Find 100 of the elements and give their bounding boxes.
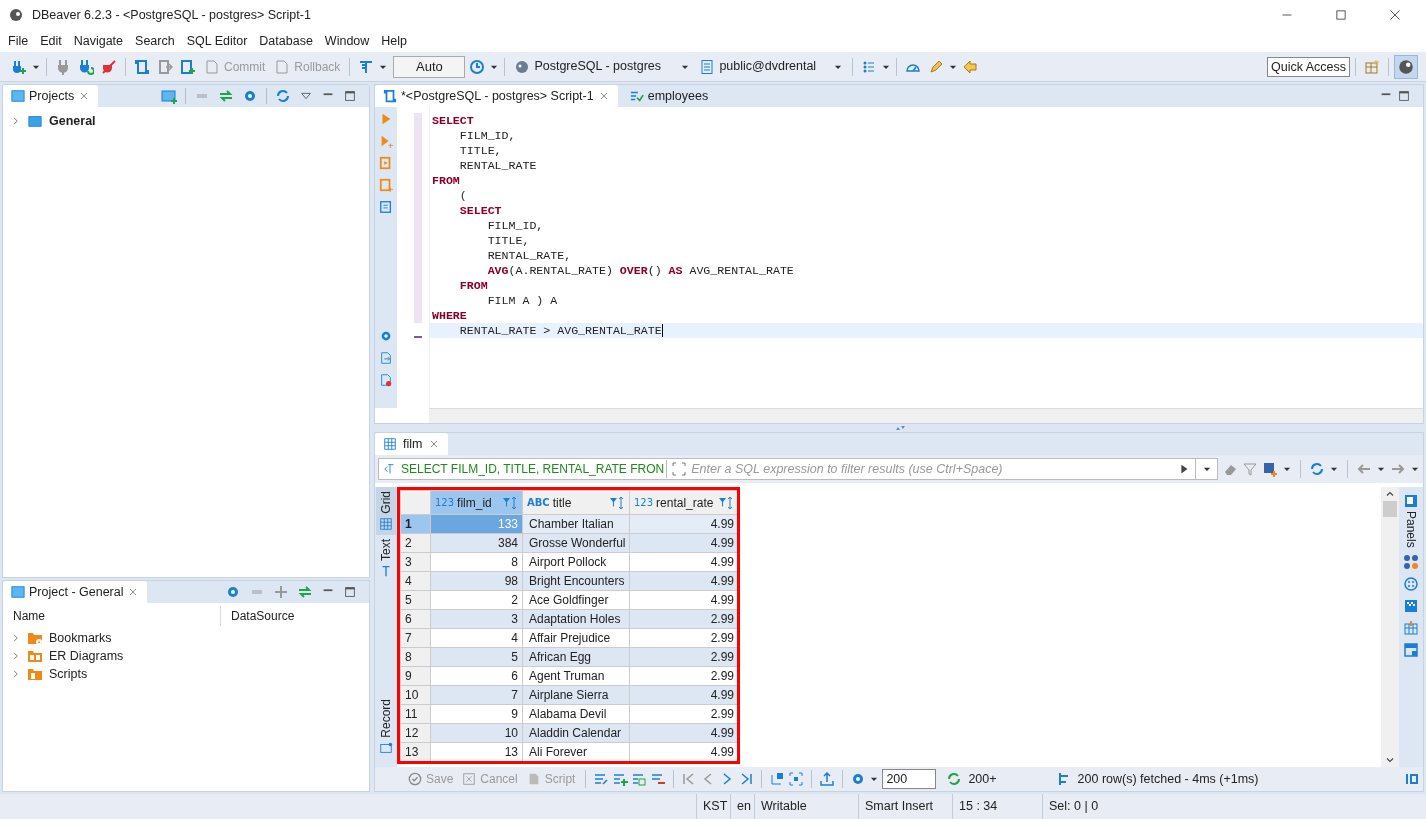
folder-icon	[27, 648, 43, 664]
pen-icon	[928, 58, 945, 75]
run-script-tab-icon[interactable]	[379, 177, 393, 193]
maximize-icon[interactable]	[343, 89, 357, 103]
panel-tab[interactable]: Projects	[3, 85, 99, 107]
maximize-icon[interactable]	[1397, 89, 1411, 103]
edit-row-icon[interactable]	[593, 771, 610, 787]
table-cell: 9	[430, 704, 523, 724]
tree-item[interactable]: Scripts	[3, 665, 369, 683]
refresh-icon	[946, 771, 963, 787]
column-header[interactable]: 123 film_id	[430, 490, 523, 515]
fetch-more-button[interactable]: 200+	[943, 769, 1000, 789]
table-check-icon	[629, 89, 644, 103]
code-line: (	[458, 188, 468, 203]
table-cell: African Egg	[522, 647, 630, 667]
table-cell: 3	[430, 609, 523, 629]
filter-save-icon[interactable]	[1262, 461, 1278, 477]
table-cell: Grosse Wonderful	[522, 533, 630, 553]
maximize-icon[interactable]	[343, 585, 357, 599]
editor-tab[interactable]: employees	[621, 85, 717, 107]
tree-item[interactable]: General	[3, 111, 369, 131]
panel-toggle-icon[interactable]	[1404, 771, 1420, 787]
table-cell: Bright Encounters	[522, 571, 630, 591]
transaction-mode-field[interactable]: Auto	[393, 55, 466, 78]
folder-icon	[27, 666, 43, 682]
tree-item[interactable]: ER Diagrams	[3, 647, 369, 665]
refresh-icon[interactable]	[275, 88, 291, 104]
view-tab[interactable]: Text	[376, 534, 396, 582]
table-cell: 8	[430, 552, 523, 572]
column-header[interactable]: DataSource	[221, 606, 305, 626]
layout-icon[interactable]	[1403, 641, 1419, 658]
fullscreen-icon[interactable]	[671, 461, 688, 477]
window-title: DBeaver 6.2.3 - <PostgreSQL - postgres> Script-1	[32, 6, 311, 24]
column-header[interactable]: ABC title	[522, 490, 630, 515]
open-record-icon[interactable]	[769, 771, 786, 787]
app-logo-icon	[8, 7, 24, 23]
close-icon	[1389, 9, 1401, 21]
checker-grid-icon[interactable]	[1403, 597, 1419, 614]
add-row-icon[interactable]	[612, 771, 629, 787]
scrollbar[interactable]	[1381, 487, 1399, 767]
fetch-size-field[interactable]: 200	[882, 769, 937, 789]
table-cell: 7	[430, 685, 523, 705]
column-grid-icon[interactable]	[1403, 619, 1419, 636]
code-line: FILM_ID,	[486, 218, 545, 233]
filter-sort-icon[interactable]	[502, 494, 518, 511]
new-project-icon[interactable]	[161, 88, 177, 104]
menu-item[interactable]: Database	[253, 31, 319, 51]
link-icon[interactable]	[218, 88, 234, 104]
code-line: FILM A ) A	[486, 293, 559, 308]
button-icon[interactable]	[1403, 575, 1419, 592]
menu-item[interactable]: Navigate	[67, 31, 130, 51]
menu-item[interactable]: File	[2, 31, 35, 51]
code-line: TITLE,	[458, 143, 503, 158]
table-cell: 5	[430, 647, 523, 667]
value-viewer-icon[interactable]	[1403, 553, 1419, 570]
settings-icon[interactable]	[225, 584, 241, 600]
editor-tab[interactable]: *<PostgreSQL - postgres> Script-1	[375, 85, 618, 107]
run-script-icon[interactable]	[379, 155, 393, 171]
menu-item[interactable]: Window	[318, 31, 376, 51]
code-line: RENTAL_RATE	[458, 158, 538, 173]
quick-access-field[interactable]: Quick Access	[1266, 56, 1350, 77]
rollback-icon	[274, 58, 291, 75]
view-tab[interactable]: Grid	[376, 487, 396, 535]
chevron-icon	[11, 116, 21, 126]
export-icon[interactable]	[819, 771, 836, 787]
export-icon[interactable]	[379, 350, 393, 366]
link-icon[interactable]	[297, 584, 313, 600]
menu-item[interactable]: Help	[375, 31, 414, 51]
menu-item[interactable]: SQL Editor	[180, 31, 254, 51]
column-header[interactable]: 123 rental_rate	[629, 490, 739, 515]
table-cell: Affair Prejudice	[522, 628, 630, 648]
execute-step-icon[interactable]	[379, 133, 393, 149]
horizontal-scrollbar[interactable]	[429, 408, 1423, 423]
new-script-icon	[180, 58, 196, 75]
refresh-icon[interactable]	[1309, 461, 1325, 477]
connection-selector[interactable]: PostgreSQL - postgres	[510, 57, 695, 76]
view-tab[interactable]: Record	[376, 695, 396, 759]
explain-plan-icon[interactable]	[379, 199, 393, 215]
tree-item[interactable]: Bookmarks	[3, 629, 369, 647]
expand-icon[interactable]	[273, 584, 289, 600]
code-line: SELECT	[431, 113, 475, 128]
menu-item[interactable]: Search	[129, 31, 181, 51]
sql-editor-icon	[134, 58, 150, 75]
filter-sort-icon[interactable]	[609, 494, 625, 511]
scroll-thumb[interactable]	[1383, 501, 1397, 517]
settings-icon[interactable]	[242, 88, 258, 104]
column-header[interactable]: Name	[3, 606, 221, 626]
focus-icon[interactable]	[788, 771, 805, 787]
menu-item[interactable]: Edit	[34, 31, 68, 51]
dbeaver-perspective-button[interactable]	[1394, 54, 1418, 79]
panels-tab[interactable]: Panels	[1402, 493, 1420, 548]
delete-row-icon[interactable]	[650, 771, 667, 787]
file-error-icon[interactable]	[379, 372, 393, 388]
panel-tab[interactable]: Project - General	[3, 581, 148, 603]
copy-row-icon[interactable]	[631, 771, 648, 787]
grid-icon	[383, 437, 397, 451]
filter-sort-icon[interactable]	[718, 494, 734, 511]
table-cell: Airplane Sierra	[522, 685, 630, 705]
results-tab[interactable]: film	[375, 433, 449, 455]
schema-selector[interactable]: public@dvdrental	[695, 57, 848, 76]
